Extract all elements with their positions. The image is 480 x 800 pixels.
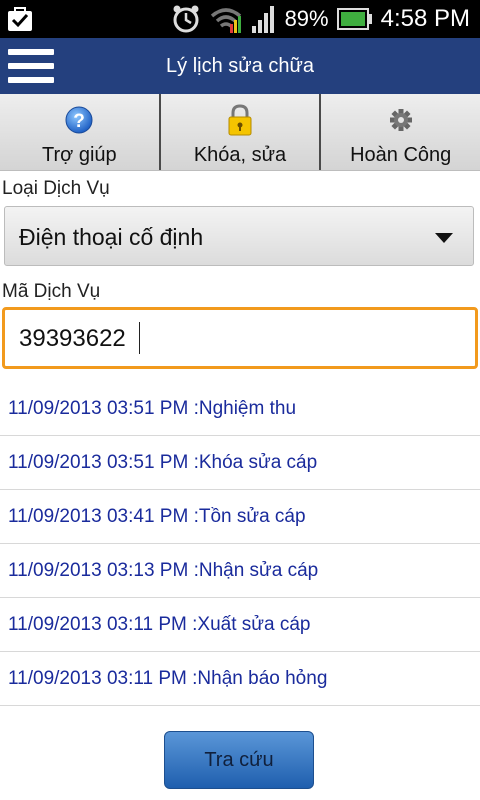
repair-history-list: 11/09/2013 03:51 PM :Nghiệm thu 11/09/20… xyxy=(0,382,480,706)
history-item-text: 11/09/2013 03:51 PM :Nghiệm thu xyxy=(8,398,297,419)
history-item[interactable]: 11/09/2013 03:51 PM :Khóa sửa cáp xyxy=(0,436,480,490)
help-label: Trợ giúp xyxy=(42,144,117,166)
history-item-text: 11/09/2013 03:11 PM :Nhận báo hỏng xyxy=(8,668,328,689)
service-type-value: Điện thoại cố định xyxy=(19,224,204,250)
lock-repair-button[interactable]: Khóa, sửa xyxy=(158,94,320,170)
gear-icon xyxy=(389,109,412,131)
history-item[interactable]: 11/09/2013 03:41 PM :Tồn sửa cáp xyxy=(0,490,480,544)
signal-icon xyxy=(251,6,274,33)
text-cursor xyxy=(139,322,140,354)
lock-icon xyxy=(228,104,252,136)
status-bar: 89% 4:58 PM xyxy=(0,0,480,38)
service-code-field[interactable] xyxy=(2,307,478,369)
battery-percent: 89% xyxy=(284,6,329,31)
lock-repair-label: Khóa, sửa xyxy=(193,144,287,166)
service-code-input[interactable] xyxy=(17,316,461,362)
history-item-text: 11/09/2013 03:11 PM :Xuất sửa cáp xyxy=(8,614,311,635)
alarm-clock-icon xyxy=(173,5,199,33)
toolbar: ? Trợ giúp Khóa, sửa Hoàn Công xyxy=(0,94,480,171)
help-icon: ? xyxy=(65,106,93,134)
page-title: Lý lịch sửa chữa xyxy=(166,55,314,77)
history-item-text: 11/09/2013 03:41 PM :Tồn sửa cáp xyxy=(8,506,306,527)
service-type-label: Loại Dịch Vụ xyxy=(2,178,110,199)
checkbox-bag-icon xyxy=(8,7,32,31)
completion-button[interactable]: Hoàn Công xyxy=(319,94,480,170)
dropdown-arrow-icon xyxy=(435,233,453,243)
clock-time: 4:58 PM xyxy=(380,5,470,32)
search-button[interactable]: Tra cứu xyxy=(164,731,314,789)
svg-text:?: ? xyxy=(74,111,86,132)
history-item[interactable]: 11/09/2013 03:13 PM :Nhận sửa cáp xyxy=(0,544,480,598)
service-code-label: Mã Dịch Vụ xyxy=(2,281,101,302)
title-bar: Lý lịch sửa chữa xyxy=(0,38,480,94)
history-item-text: 11/09/2013 03:13 PM :Nhận sửa cáp xyxy=(8,560,319,581)
history-item[interactable]: 11/09/2013 03:51 PM :Nghiệm thu xyxy=(0,382,480,436)
battery-icon xyxy=(336,8,372,30)
history-item[interactable]: 11/09/2013 03:11 PM :Nhận báo hỏng xyxy=(0,652,480,706)
wifi-icon xyxy=(210,8,241,33)
history-item-text: 11/09/2013 03:51 PM :Khóa sửa cáp xyxy=(8,452,318,473)
history-item[interactable]: 11/09/2013 03:11 PM :Xuất sửa cáp xyxy=(0,598,480,652)
completion-label: Hoàn Công xyxy=(350,144,452,166)
service-type-dropdown[interactable]: Điện thoại cố định xyxy=(4,206,474,266)
help-button[interactable]: ? Trợ giúp xyxy=(0,94,159,170)
